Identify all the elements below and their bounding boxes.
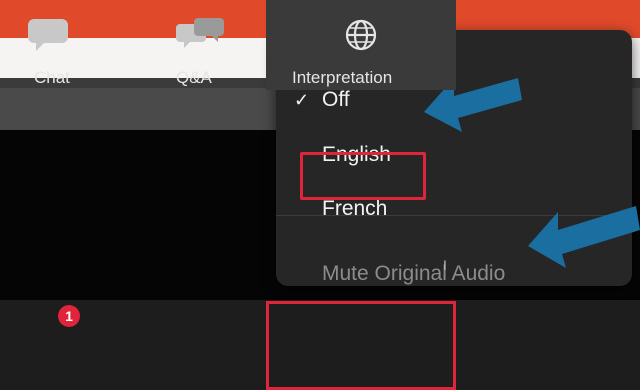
chat-icon [28, 19, 68, 51]
globe-icon [345, 19, 377, 51]
text-cursor-icon: I [443, 257, 447, 273]
interpretation-button[interactable]: Interpretation [266, 0, 456, 90]
french-highlight-box [300, 152, 426, 200]
menu-item-label: Off [322, 88, 350, 111]
menu-item-label: French [322, 197, 388, 220]
chat-unread-badge: 1 [58, 305, 80, 327]
chat-button[interactable]: Chat [20, 0, 110, 90]
chat-label: Chat [34, 68, 70, 87]
interpretation-highlight-box [266, 301, 456, 390]
checkmark-icon: ✓ [294, 90, 310, 110]
qa-button[interactable]: Q&A [160, 0, 240, 90]
interpretation-label: Interpretation [292, 68, 393, 87]
menu-item-label: Mute Original Audio [322, 262, 506, 285]
qa-label: Q&A [176, 68, 212, 87]
qa-icon [176, 18, 224, 48]
arrow-icon [528, 206, 640, 268]
